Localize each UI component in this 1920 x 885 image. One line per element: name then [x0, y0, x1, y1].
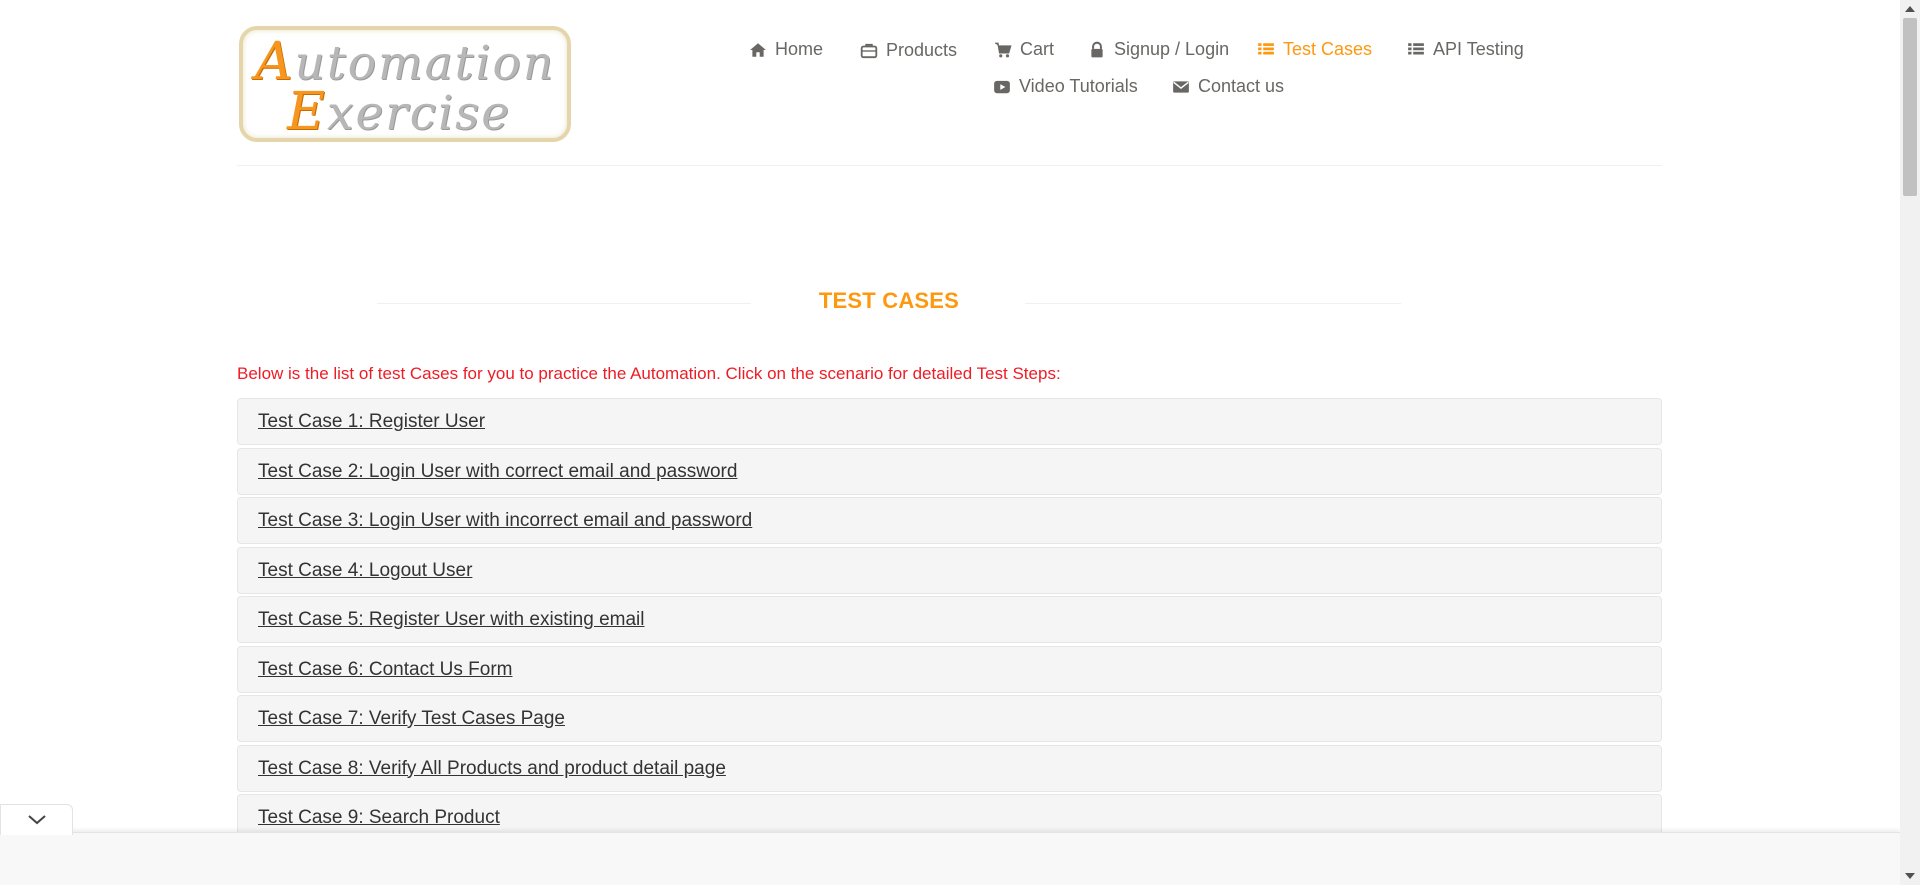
test-case-link[interactable]: Test Case 5: Register User with existing…	[258, 609, 644, 631]
nav-cart[interactable]: Cart	[994, 39, 1054, 60]
test-case-link[interactable]: Test Case 7: Verify Test Cases Page	[258, 708, 565, 730]
site-header: Automation Exercise Home Products Cart S…	[237, 0, 1662, 166]
test-case-link[interactable]: Test Case 8: Verify All Products and pro…	[258, 758, 726, 780]
nav-test-cases-label: Test Cases	[1283, 39, 1373, 59]
page-title: TEST CASES	[818, 288, 960, 313]
intro-text: Below is the list of test Cases for you …	[237, 364, 1061, 383]
list-icon	[1258, 42, 1274, 54]
main-nav: Home Products Cart Signup / Login Test C…	[237, 0, 1662, 120]
page: Automation Exercise Home Products Cart S…	[0, 0, 1920, 885]
youtube-icon	[994, 80, 1010, 93]
test-case-item: Test Case 2: Login User with correct ema…	[237, 447, 1662, 495]
test-case-list: Test Case 1: Register User Test Case 2: …	[237, 398, 1662, 844]
nav-signup-login-label: Signup / Login	[1114, 39, 1230, 59]
nav-home-label: Home	[775, 39, 824, 59]
chevron-down-icon	[27, 815, 46, 825]
briefcase-icon	[860, 43, 878, 58]
page-scrollbar[interactable]	[1900, 0, 1920, 885]
test-case-item: Test Case 6: Contact Us Form	[237, 645, 1662, 693]
test-case-link[interactable]: Test Case 4: Logout User	[258, 560, 472, 582]
scroll-down-arrow-icon[interactable]	[1905, 873, 1915, 879]
test-case-link[interactable]: Test Case 1: Register User	[258, 411, 485, 433]
section-title-wrap: TEST CASES	[377, 288, 1401, 318]
nav-test-cases[interactable]: Test Cases	[1257, 39, 1372, 60]
nav-products-label: Products	[886, 40, 958, 60]
test-case-item: Test Case 5: Register User with existing…	[237, 596, 1662, 643]
nav-home[interactable]: Home	[749, 39, 823, 60]
list-icon	[1408, 42, 1424, 54]
nav-contact-us-label: Contact us	[1198, 76, 1285, 96]
nav-api-testing-label: API Testing	[1433, 39, 1524, 59]
nav-video-tutorials[interactable]: Video Tutorials	[993, 76, 1138, 97]
test-case-item: Test Case 4: Logout User	[237, 546, 1662, 594]
scroll-up-arrow-icon[interactable]	[1905, 6, 1915, 12]
bottom-ad-bar	[0, 832, 1900, 885]
title-divider-right	[1025, 303, 1401, 304]
lock-icon	[1091, 41, 1103, 57]
test-case-item: Test Case 1: Register User	[237, 398, 1662, 445]
nav-products[interactable]: Products	[860, 40, 957, 61]
test-case-link[interactable]: Test Case 3: Login User with incorrect e…	[258, 510, 752, 532]
collapse-toggle[interactable]	[0, 804, 73, 835]
test-case-item: Test Case 8: Verify All Products and pro…	[237, 744, 1662, 792]
nav-cart-label: Cart	[1020, 39, 1055, 59]
test-case-link[interactable]: Test Case 6: Contact Us Form	[258, 659, 512, 681]
nav-api-testing[interactable]: API Testing	[1407, 39, 1524, 60]
scroll-thumb[interactable]	[1903, 18, 1917, 196]
envelope-icon	[1173, 80, 1189, 93]
home-icon	[750, 42, 766, 57]
test-case-link[interactable]: Test Case 2: Login User with correct ema…	[258, 461, 737, 483]
test-case-item: Test Case 7: Verify Test Cases Page	[237, 695, 1662, 742]
nav-contact-us[interactable]: Contact us	[1172, 76, 1284, 97]
cart-icon	[995, 42, 1012, 57]
nav-video-tutorials-label: Video Tutorials	[1019, 76, 1138, 96]
test-case-item: Test Case 3: Login User with incorrect e…	[237, 497, 1662, 544]
test-case-link[interactable]: Test Case 9: Search Product	[258, 807, 500, 829]
nav-signup-login[interactable]: Signup / Login	[1088, 39, 1229, 60]
